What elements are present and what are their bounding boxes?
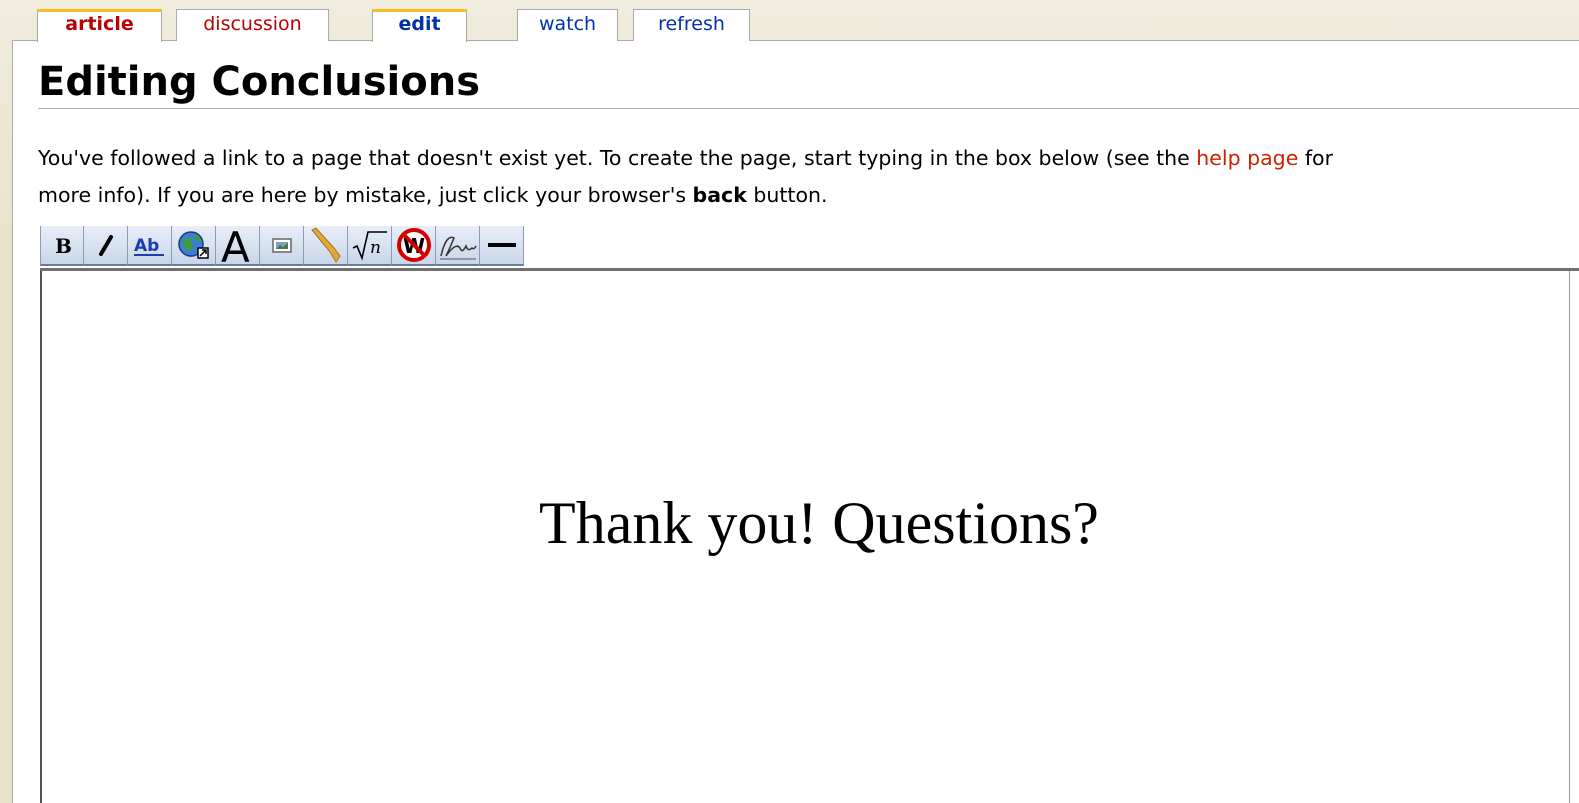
tab-article[interactable]: article [37,9,162,42]
nowiki-icon: W [396,228,431,262]
bold-icon: B [55,234,72,258]
intro-line1-end: for [1298,146,1334,170]
internal-link-icon: Ab [133,236,164,256]
signature-button[interactable] [436,226,480,266]
tab-refresh[interactable]: refresh [633,9,750,41]
svg-text:n: n [370,238,381,258]
math-formula-icon: n [352,231,387,261]
svg-text:B: B [55,234,72,258]
editor-content: Thank you! Questions? [539,490,1099,556]
external-link-icon [177,231,209,259]
image-icon [271,238,292,253]
media-icon [310,227,341,263]
svg-text:Ab: Ab [134,236,159,256]
intro-line2-text: more info). If you are here by mistake, … [38,183,693,207]
intro-text: You've followed a link to a page that do… [38,140,1574,214]
tab-edit[interactable]: edit [372,9,467,42]
back-bold-text: back [692,183,747,207]
italic-icon [98,235,113,256]
headline-button[interactable]: A [216,225,260,266]
horizontal-line-icon [487,243,516,247]
media-button[interactable] [304,226,348,266]
image-button[interactable] [260,226,304,266]
tab-watch[interactable]: watch [517,9,618,41]
horizontal-line-button[interactable] [480,226,524,266]
intro-line1-text: You've followed a link to a page that do… [38,146,1197,170]
external-link-button[interactable] [172,226,216,266]
intro-line2-end: button. [746,183,828,207]
headline-icon: A [221,225,250,265]
svg-text:A: A [221,225,250,265]
help-page-link[interactable]: help page [1196,146,1298,170]
signature-icon [439,236,477,260]
page-title: Editing Conclusions [38,59,481,105]
bold-button[interactable]: B [40,226,84,266]
italic-button[interactable] [84,226,128,266]
title-divider [38,108,1579,109]
tab-discussion[interactable]: discussion [176,9,329,41]
math-formula-button[interactable]: n [348,226,392,266]
edit-toolbar: B Ab A n [40,225,524,266]
edit-textarea[interactable]: Thank you! Questions? [40,271,1570,803]
nowiki-button[interactable]: W [392,226,436,266]
internal-link-button[interactable]: Ab [128,226,172,266]
